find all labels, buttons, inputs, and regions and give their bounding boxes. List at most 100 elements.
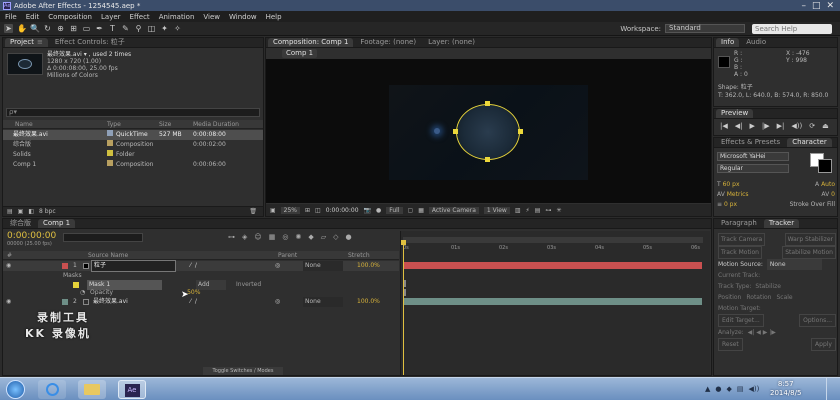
exposure-icon[interactable]: ✳ [556,207,561,214]
tray-network-icon[interactable]: ▤ [737,385,744,393]
mask-keyframe-marker[interactable] [404,280,406,287]
graph-editor-icon[interactable]: ▱ [321,233,326,241]
tab-effect-controls[interactable]: Effect Controls: 粒子 [50,38,130,47]
first-frame-button[interactable]: |◀ [720,122,728,130]
stretch-value[interactable]: 100.0% [357,297,380,307]
font-size-value[interactable]: 60 px [723,181,740,188]
stroke-color-swatch[interactable] [818,159,832,173]
ie-taskbar-icon[interactable] [38,380,66,399]
col-name[interactable]: Name [3,120,107,128]
visibility-icon[interactable]: ◉ [6,297,12,307]
menu-composition[interactable]: Composition [48,13,92,21]
tab-project[interactable]: Project ≡ [5,38,48,47]
interpret-footage-icon[interactable]: ▤ [7,208,13,215]
parent-dropdown[interactable]: None [303,297,343,307]
menu-window[interactable]: Window [229,13,257,21]
tray-security-icon[interactable]: ◆ [727,385,732,393]
visibility-icon[interactable]: ◉ [6,261,12,271]
solo-icon[interactable]: ● [345,233,351,241]
stroke-width-value[interactable]: 0 px [724,201,737,208]
camera-tool-icon[interactable]: ⊕ [56,24,65,33]
parent-dropdown[interactable]: None [303,261,343,271]
stroke-type-dropdown[interactable]: Stroke Over Fill [790,200,835,210]
prev-frame-button[interactable]: ◀| [735,122,743,130]
mask-visibility-icon[interactable]: ◫ [315,207,321,214]
menu-file[interactable]: File [5,13,17,21]
tab-composition[interactable]: Composition: Comp 1 [268,38,354,47]
hide-shy-icon[interactable]: ☺ [254,233,261,241]
options-button[interactable]: Options... [799,314,836,327]
menu-animation[interactable]: Animation [159,13,195,21]
rectangle-tool-icon[interactable]: ▭ [82,24,91,33]
stretch-value[interactable]: 100.0% [357,261,380,271]
mask-vertex-bottom[interactable] [485,157,490,162]
project-item-folder[interactable]: Solids Folder [3,150,263,160]
brainstorm-icon[interactable]: ✺ [295,233,301,241]
menu-help[interactable]: Help [266,13,282,21]
tab-character[interactable]: Character [787,138,832,147]
menu-layer[interactable]: Layer [101,13,121,21]
timeline-track-area[interactable]: 0s 01s 02s 03s 04s 05s 06s [400,231,710,375]
frame-blending-icon[interactable]: ▦ [269,233,276,241]
toggle-switches-modes[interactable]: Toggle Switches / Modes [203,367,283,375]
kerning-value[interactable]: Metrics [727,191,749,198]
comp-mini-flowchart-icon[interactable]: ⊶ [228,233,235,241]
project-item-comp1[interactable]: Comp 1 Composition 0:00:06:00 [3,160,263,170]
mask-vertex-right[interactable] [518,129,523,134]
transparency-grid-icon[interactable]: ▦ [418,207,424,214]
camera-dropdown[interactable]: Active Camera [428,206,479,214]
col-type[interactable]: Type [107,120,159,128]
comp-timecode[interactable]: 0:00:00:00 [326,207,359,214]
analyze-buttons[interactable]: ◀| ◀ ▶ |▶ [748,327,776,338]
comp-stage[interactable] [389,85,588,180]
puppet-tool-icon[interactable]: ✧ [173,24,182,33]
workspace-dropdown[interactable]: Standard [665,24,745,33]
flowchart-icon[interactable]: ⊶ [545,207,551,214]
zoom-dropdown[interactable]: 25% [280,206,301,214]
show-channel-icon[interactable]: ● [376,207,381,214]
mask-ellipse[interactable] [456,104,520,160]
comp-name-tab[interactable]: Comp 1 [282,49,318,58]
grid-icon[interactable]: ⊞ [305,207,310,214]
layer-label-color[interactable] [62,263,68,269]
playhead-handle[interactable] [401,240,406,245]
scale-checkbox[interactable]: Scale [776,292,792,303]
comp-viewer[interactable] [266,59,711,203]
tab-tracker[interactable]: Tracker [763,219,800,228]
pan-behind-tool-icon[interactable]: ⊞ [69,24,78,33]
timeline-search-input[interactable] [63,233,143,242]
tab-timeline-comp-a[interactable]: 综合版 [5,219,36,228]
draft-3d-icon[interactable]: ◈ [242,233,247,241]
new-folder-icon[interactable]: ▣ [18,208,24,215]
roto-brush-tool-icon[interactable]: ✦ [160,24,169,33]
layer-row-2[interactable]: ◉ 2 最终效果.avi ⁄ / ◎ None 100.0% [3,297,399,307]
loop-button[interactable]: ⟳ [809,122,815,130]
project-item-comp[interactable]: 综合版 Composition 0:00:02:00 [3,140,263,150]
col-size[interactable]: Size [159,120,193,128]
timeline-icon[interactable]: ▤ [535,207,541,214]
always-preview-icon[interactable]: ▣ [270,207,276,214]
col-source-name[interactable]: Source Name [58,251,278,259]
tracking-value[interactable]: 0 [831,191,835,198]
bpc-label[interactable]: 8 bpc [39,208,56,215]
col-stretch[interactable]: Stretch [348,251,398,259]
edit-target-button[interactable]: Edit Target... [718,314,764,327]
hand-tool-icon[interactable]: ✋ [17,24,27,33]
tab-effects-presets[interactable]: Effects & Presets [716,138,785,147]
menu-effect[interactable]: Effect [130,13,150,21]
opacity-keyframe-marker[interactable] [404,289,406,296]
keyframe-icon[interactable]: ◇ [333,233,338,241]
clone-stamp-tool-icon[interactable]: ⚲ [134,24,143,33]
layer-label-color[interactable] [62,299,68,305]
audio-button[interactable]: ◀)) [791,122,802,130]
toggle-pixel-icon[interactable]: ▥ [515,207,521,214]
last-frame-button[interactable]: ▶| [777,122,785,130]
close-button[interactable]: ✕ [826,1,834,11]
col-duration[interactable]: Media Duration [193,120,253,128]
col-parent[interactable]: Parent [278,251,348,259]
search-help-input[interactable]: Search Help [752,24,832,34]
project-search-input[interactable]: ρ▾ [6,108,260,117]
menu-edit[interactable]: Edit [26,13,40,21]
mask-vertex-top[interactable] [485,101,490,106]
tab-footage[interactable]: Footage: (none) [355,38,421,47]
